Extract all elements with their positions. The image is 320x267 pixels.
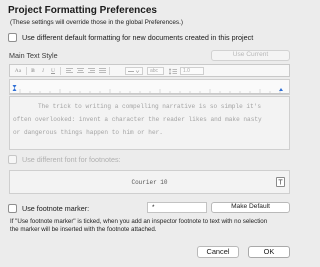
font-picker-icon[interactable] [276, 177, 285, 187]
text-color-select[interactable]: abc [147, 67, 164, 75]
ruler[interactable] [9, 79, 290, 95]
cancel-button[interactable]: Cancel [197, 246, 239, 258]
default-formatting-row: Use different default formatting for new… [8, 33, 253, 42]
make-default-button[interactable]: Make Default [211, 202, 290, 213]
footnote-font-row: Use different font for footnotes: [8, 155, 121, 164]
footnote-marker-input[interactable]: * [147, 202, 207, 213]
footnote-marker-note-line-2: the marker will be inserted with the foo… [10, 226, 157, 233]
toolbar-divider [109, 67, 110, 75]
align-right-icon[interactable] [87, 67, 95, 75]
sample-text-area[interactable]: The trick to writing a compelling narrat… [9, 96, 290, 150]
align-center-icon[interactable] [76, 67, 84, 75]
default-formatting-checkbox[interactable] [8, 33, 17, 42]
left-indent-marker [12, 88, 17, 91]
font-panel-button[interactable]: Aa [13, 67, 23, 75]
line-spacing-field[interactable]: 1.0 [180, 67, 204, 75]
footnote-font-label: Use different font for footnotes: [22, 155, 121, 164]
footnote-marker-checkbox[interactable] [8, 204, 17, 213]
dialog-subtitle: (These settings will override those in t… [10, 19, 183, 26]
dialog-title: Project Formatting Preferences [8, 5, 157, 16]
format-toolbar: Aa B I U abc 1.0 [9, 64, 290, 77]
footnote-font-preview: Courier 10 [9, 170, 290, 194]
footnote-marker-row: Use footnote marker: [8, 204, 89, 213]
sample-line-2: often overlooked: invent a character the… [13, 116, 262, 123]
footnote-font-checkbox[interactable] [8, 155, 17, 164]
sample-line-3: or dangerous things happen to him or her… [13, 129, 163, 136]
align-left-icon[interactable] [65, 67, 73, 75]
style-select-icon [128, 69, 140, 73]
bold-button[interactable]: B [29, 67, 37, 75]
style-select[interactable] [125, 67, 143, 75]
text-color-label: abc [150, 68, 159, 74]
italic-button[interactable]: I [39, 67, 47, 75]
use-current-button[interactable]: Use Current [211, 50, 290, 61]
align-justify-icon[interactable] [98, 67, 106, 75]
line-spacing-icon[interactable] [168, 67, 178, 75]
main-text-style-label: Main Text Style [9, 51, 58, 60]
sample-line-1: The trick to writing a compelling narrat… [37, 103, 262, 110]
right-indent-marker [279, 88, 283, 91]
first-line-indent-marker [12, 85, 17, 88]
footnote-font-name: Courier 10 [131, 179, 168, 186]
ok-button[interactable]: OK [248, 246, 290, 258]
footnote-marker-label: Use footnote marker: [22, 204, 90, 213]
underline-button[interactable]: U [49, 67, 57, 75]
line-spacing-value: 1.0 [183, 68, 190, 74]
toolbar-divider [26, 67, 27, 75]
default-formatting-label: Use different default formatting for new… [22, 33, 254, 42]
ruler-scale [10, 85, 289, 94]
toolbar-divider [60, 67, 61, 75]
